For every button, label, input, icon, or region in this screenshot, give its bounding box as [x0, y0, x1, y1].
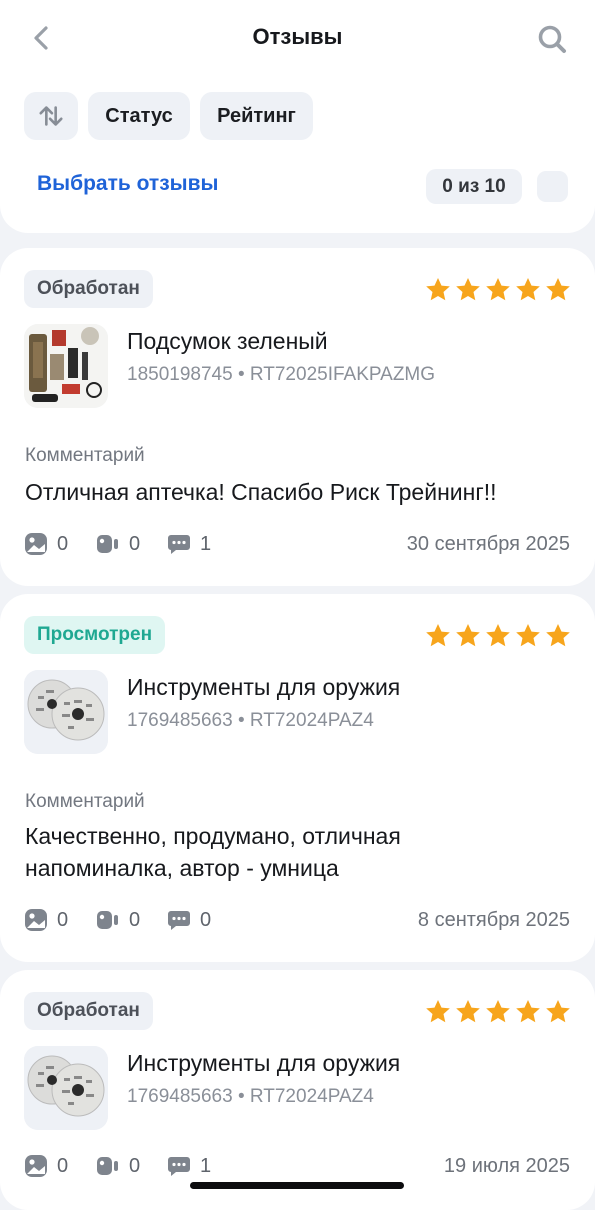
video-count: 0	[129, 1155, 141, 1177]
reply-icon	[168, 1157, 190, 1176]
search-icon[interactable]	[535, 22, 569, 56]
video-icon	[97, 1157, 118, 1175]
comment-text: Качественно, продумано, отличная напомин…	[25, 823, 401, 881]
home-indicator[interactable]	[190, 1182, 404, 1189]
comment-label: Комментарий	[25, 445, 145, 466]
product-name: Инструменты для оружия	[127, 674, 401, 700]
photo-count: 0	[57, 533, 69, 555]
rating-stars	[426, 278, 570, 301]
review-date: 19 июля 2025	[443, 1155, 570, 1177]
video-icon	[97, 911, 118, 929]
photo-count: 0	[57, 909, 69, 931]
reply-icon	[168, 535, 190, 554]
comment-label: Комментарий	[25, 791, 145, 812]
status-badge: Обработан	[24, 992, 153, 1030]
page-title: Отзывы	[252, 24, 343, 49]
product-image	[24, 670, 108, 754]
header-panel: Отзывы Статус Рейтинг Выбрать отзывы 0 и…	[0, 0, 595, 233]
select-reviews-link[interactable]: Выбрать отзывы	[37, 172, 218, 196]
rating-stars	[426, 624, 570, 647]
product-thumbnail[interactable]	[24, 1046, 108, 1130]
product-code: 1769485663 • RT72024PAZ4	[127, 710, 374, 731]
product-code: 1769485663 • RT72024PAZ4	[127, 1086, 374, 1107]
reply-icon	[168, 911, 190, 930]
star-icon	[426, 624, 570, 647]
photo-count: 0	[57, 1155, 69, 1177]
review-card[interactable]: Просмотрен Инструменты для оружия 176948…	[0, 594, 595, 962]
rating-stars	[426, 1000, 570, 1023]
photo-icon	[25, 909, 47, 931]
reply-count: 1	[200, 533, 212, 555]
status-badge: Просмотрен	[24, 616, 166, 654]
status-filter-button[interactable]: Статус	[88, 92, 190, 140]
product-name: Подсумок зеленый	[127, 328, 328, 354]
comment-text: Отличная аптечка! Спасибо Риск Трейнинг!…	[25, 479, 497, 505]
product-image	[24, 324, 108, 408]
product-image	[24, 1046, 108, 1130]
reply-count: 1	[200, 1155, 212, 1177]
select-all-checkbox[interactable]	[537, 171, 568, 202]
photo-icon	[25, 533, 47, 555]
video-count: 0	[129, 533, 141, 555]
review-card[interactable]: Обработан Инструменты для оружия 1769485…	[0, 970, 595, 1210]
sort-arrows-icon	[39, 106, 63, 126]
sort-button[interactable]	[24, 92, 78, 140]
product-thumbnail[interactable]	[24, 670, 108, 754]
product-name: Инструменты для оружия	[127, 1050, 401, 1076]
product-code: 1850198745 • RT72025IFAKPAZMG	[127, 364, 436, 385]
photo-icon	[25, 1155, 47, 1177]
review-date: 8 сентября 2025	[417, 909, 570, 931]
star-icon	[426, 278, 570, 301]
video-count: 0	[129, 909, 141, 931]
review-date: 30 сентября 2025	[406, 533, 570, 555]
status-badge: Обработан	[24, 270, 153, 308]
reply-count: 0	[200, 909, 212, 931]
product-thumbnail[interactable]	[24, 324, 108, 408]
video-icon	[97, 535, 118, 553]
review-card[interactable]: Обработан Подсумок зеленый 1850198745 • …	[0, 248, 595, 586]
star-icon	[426, 1000, 570, 1023]
rating-filter-button[interactable]: Рейтинг	[200, 92, 313, 140]
selection-counter: 0 из 10	[426, 169, 522, 204]
